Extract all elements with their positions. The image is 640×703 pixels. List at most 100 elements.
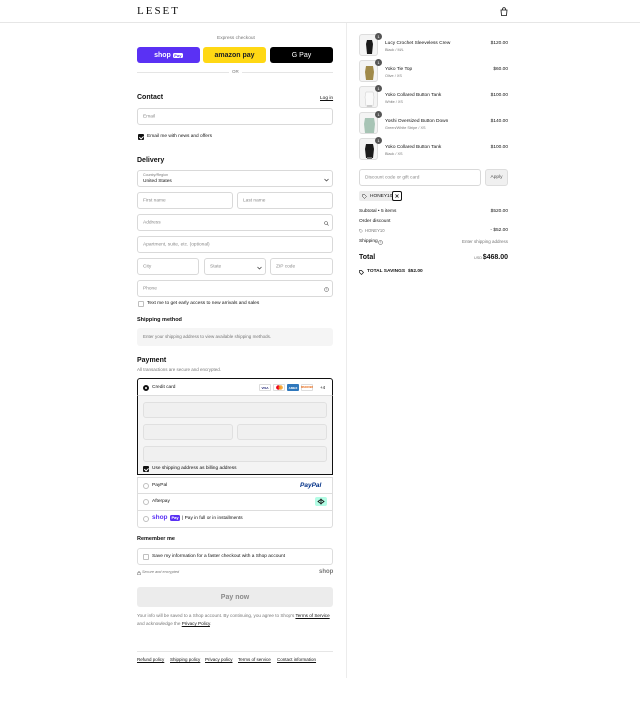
total-value: $468.00 xyxy=(482,254,508,261)
country-select[interactable]: Country/Region United States xyxy=(137,170,333,187)
pay-now-button[interactable]: Pay now xyxy=(137,587,333,607)
sms-checkbox[interactable] xyxy=(138,301,144,307)
billing-checkbox-label: Use shipping address as billing address xyxy=(152,466,237,471)
paypal-option[interactable]: PayPal PayPal xyxy=(137,477,333,494)
billing-checkbox[interactable] xyxy=(143,466,149,472)
quantity-badge: 1 xyxy=(375,111,382,118)
terms-of-service-link[interactable]: Terms of Service xyxy=(295,613,329,618)
card-number-field[interactable] xyxy=(143,402,327,418)
mastercard-icon xyxy=(273,384,285,391)
card-cvv-field[interactable] xyxy=(237,424,327,440)
phone-field[interactable]: Phone ? xyxy=(137,280,333,297)
product-price: $120.00 xyxy=(490,41,508,46)
product-name: Yoko Tie Top xyxy=(385,67,413,72)
apply-button[interactable]: Apply xyxy=(485,169,508,186)
discount-tag: HONEY10 xyxy=(359,191,397,201)
total-savings-label: TOTAL SAVINGS xyxy=(367,269,406,274)
product-price: $100.00 xyxy=(490,93,508,98)
paypal-label: PayPal xyxy=(152,483,168,488)
contact-information-link[interactable]: Contact information xyxy=(277,657,316,662)
google-pay-button[interactable]: G Pay xyxy=(270,47,333,63)
express-checkout-title: Express checkout xyxy=(217,36,255,41)
help-icon[interactable]: ? xyxy=(324,287,329,292)
apply-button-label: Apply xyxy=(490,175,503,180)
credit-card-radio[interactable] xyxy=(143,385,149,391)
card-expiry-field[interactable] xyxy=(143,424,233,440)
shopping-bag-icon[interactable] xyxy=(500,7,508,16)
refund-policy-link[interactable]: Refund policy xyxy=(137,657,164,662)
footer-divider xyxy=(137,651,333,652)
applied-discount-code: HONEY10 xyxy=(365,228,385,233)
quantity-badge: 1 xyxy=(375,137,382,144)
news-checkbox[interactable] xyxy=(138,134,144,140)
shop-pay-installments-option[interactable]: shop Pay | Pay in full or in installment… xyxy=(137,511,333,528)
shop-pay-badge: Pay xyxy=(172,52,183,58)
svg-text:?: ? xyxy=(326,288,328,292)
city-field[interactable]: City xyxy=(137,258,199,275)
svg-text:?: ? xyxy=(380,241,382,245)
subtotal-label: Subtotal • 5 items xyxy=(359,209,397,214)
tag-icon xyxy=(359,229,363,233)
product-price: $100.00 xyxy=(490,145,508,150)
quantity-badge: 1 xyxy=(375,33,382,40)
email-field[interactable]: Email xyxy=(137,108,333,125)
remove-discount-button[interactable] xyxy=(392,191,402,201)
afterpay-icon xyxy=(315,497,327,506)
sms-checkbox-label: Text me to get early access to new arriv… xyxy=(147,301,260,306)
legal-text-part2: and acknowledge the xyxy=(137,620,182,626)
remember-heading: Remember me xyxy=(137,536,175,542)
order-discount-label: Order discount xyxy=(359,219,391,224)
shipping-label: Shipping xyxy=(359,239,378,244)
subtotal-value: $520.00 xyxy=(490,209,508,214)
quantity-badge: 1 xyxy=(375,59,382,66)
first-name-placeholder: First name xyxy=(143,198,166,203)
more-cards-label: +4 xyxy=(320,385,326,390)
amazon-pay-button[interactable]: amazon pay xyxy=(203,47,266,63)
address-placeholder: Address xyxy=(143,220,161,225)
amex-icon: AMEX xyxy=(287,384,299,391)
privacy-policy-footer-link[interactable]: Privacy policy xyxy=(205,657,233,662)
terms-of-service-footer-link[interactable]: Terms of service xyxy=(238,657,271,662)
discount-code-field[interactable]: Discount code or gift card xyxy=(359,169,481,186)
delivery-heading: Delivery xyxy=(137,157,165,164)
afterpay-radio[interactable] xyxy=(143,499,149,505)
store-logo[interactable]: LESET xyxy=(137,5,180,17)
shop-pay-installments-badge: Pay xyxy=(170,514,181,521)
product-variant: Green/White Stripe / XS xyxy=(385,126,426,130)
shop-pay-installments-radio[interactable] xyxy=(143,516,149,522)
zip-field[interactable]: ZIP code xyxy=(270,258,333,275)
remember-checkbox[interactable] xyxy=(143,554,149,560)
payment-heading: Payment xyxy=(137,357,167,364)
shop-pay-installments-logo: shop xyxy=(152,514,168,521)
zip-placeholder: ZIP code xyxy=(276,264,296,269)
credit-card-label: Credit card xyxy=(152,385,176,390)
help-icon[interactable]: ? xyxy=(378,240,383,245)
secure-encrypted-text: Secure and encrypted xyxy=(142,570,180,574)
discount-amount: - $52.00 xyxy=(490,228,508,233)
news-checkbox-label: Email me with news and offers xyxy=(147,134,212,139)
shipping-policy-link[interactable]: Shipping policy xyxy=(170,657,200,662)
shipping-method-notice: Enter your shipping address to view avai… xyxy=(137,328,333,346)
legal-text: Your info will be saved to a Shop accoun… xyxy=(137,612,337,627)
apartment-field[interactable]: Apartment, suite, etc. (optional) xyxy=(137,236,333,253)
shop-pay-installments-text: | Pay in full or in installments xyxy=(182,516,243,521)
afterpay-option[interactable]: Afterpay xyxy=(137,494,333,511)
product-name: Lucy Crochet Sleeveless Crew xyxy=(385,41,451,46)
card-name-field[interactable] xyxy=(143,446,327,462)
shop-pay-button[interactable]: shop Pay xyxy=(137,47,200,63)
paypal-logo: PayPal xyxy=(300,482,322,489)
login-link[interactable]: Log in xyxy=(320,96,333,102)
close-icon xyxy=(395,194,399,198)
privacy-policy-link[interactable]: Privacy Policy xyxy=(182,621,210,626)
remember-me-box[interactable]: Save my information for a faster checkou… xyxy=(137,548,333,565)
last-name-field[interactable]: Last name xyxy=(237,192,333,209)
state-select[interactable]: State xyxy=(204,258,266,275)
total-savings-value: $52.00 xyxy=(408,269,423,274)
legal-period: . xyxy=(209,620,212,626)
address-field[interactable]: Address xyxy=(137,214,333,231)
apartment-placeholder: Apartment, suite, etc. (optional) xyxy=(143,242,210,247)
remember-checkbox-label: Save my information for a faster checkou… xyxy=(152,554,286,559)
first-name-field[interactable]: First name xyxy=(137,192,233,209)
paypal-radio[interactable] xyxy=(143,483,149,489)
shop-pay-logo: shop xyxy=(154,51,171,59)
